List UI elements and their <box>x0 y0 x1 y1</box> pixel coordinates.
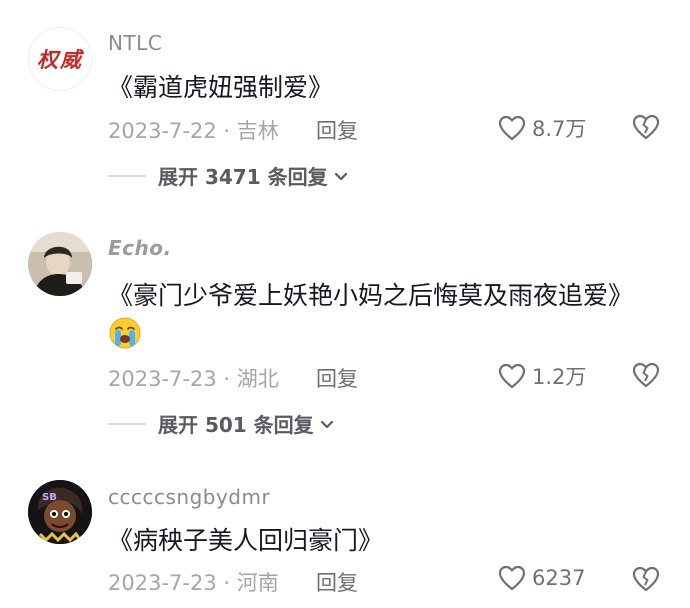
comment-date-location: 2023-7-22 · 吉林 <box>108 119 279 143</box>
like-count: 8.7万 <box>532 117 587 141</box>
comment-username[interactable]: Echo. <box>108 236 172 260</box>
avatar-cartoon: SB <box>28 480 92 544</box>
comment-date-location: 2023-7-23 · 河南 <box>108 571 279 595</box>
divider <box>108 422 146 425</box>
chevron-down-icon <box>320 420 333 428</box>
like-button[interactable]: 8.7万 <box>498 113 586 143</box>
reply-button[interactable]: 回复 <box>316 567 358 597</box>
avatar[interactable]: SB <box>28 480 92 544</box>
like-count: 1.2万 <box>532 365 587 389</box>
avatar[interactable] <box>28 232 92 296</box>
comment-username[interactable]: cccccsngbydmr <box>108 485 270 509</box>
crying-face-icon <box>109 317 141 349</box>
chevron-down-icon <box>334 172 347 180</box>
avatar[interactable]: 权威 <box>28 27 92 91</box>
loudly-crying-emoji <box>108 316 142 354</box>
comment-text: 《霸道虎妞强制爱》 <box>108 73 334 102</box>
comment-text: 《豪门少爷爱上妖艳小妈之后悔莫及雨夜追爱》 <box>108 281 634 310</box>
like-count: 6237 <box>532 566 586 590</box>
like-button[interactable]: 6237 <box>498 565 585 591</box>
like-button[interactable]: 1.2万 <box>498 361 586 391</box>
comment-username[interactable]: NTLC <box>108 31 162 55</box>
comment-text: 《病秧子美人回归豪门》 <box>108 526 384 555</box>
broken-heart-icon <box>632 114 660 140</box>
broken-heart-icon <box>632 362 660 388</box>
avatar-seal-text: 权威 <box>37 47 83 72</box>
divider <box>108 174 146 177</box>
dislike-button[interactable] <box>631 565 661 597</box>
heart-outline-icon <box>498 115 526 141</box>
heart-outline-icon <box>498 565 526 591</box>
dislike-button[interactable] <box>631 361 661 393</box>
heart-outline-icon <box>498 363 526 389</box>
expand-replies-label: 展开 501 条回复 <box>158 413 314 437</box>
reply-button[interactable]: 回复 <box>316 115 358 145</box>
avatar-portrait <box>28 232 92 296</box>
expand-replies-button[interactable]: 展开 3471 条回复 <box>108 161 350 190</box>
expand-replies-button[interactable]: 展开 501 条回复 <box>108 409 336 438</box>
dislike-button[interactable] <box>631 113 661 145</box>
broken-heart-icon <box>632 566 660 592</box>
svg-text:SB: SB <box>42 492 57 503</box>
comment-date-location: 2023-7-23 · 湖北 <box>108 367 279 391</box>
reply-button[interactable]: 回复 <box>316 363 358 393</box>
expand-replies-label: 展开 3471 条回复 <box>158 165 328 189</box>
